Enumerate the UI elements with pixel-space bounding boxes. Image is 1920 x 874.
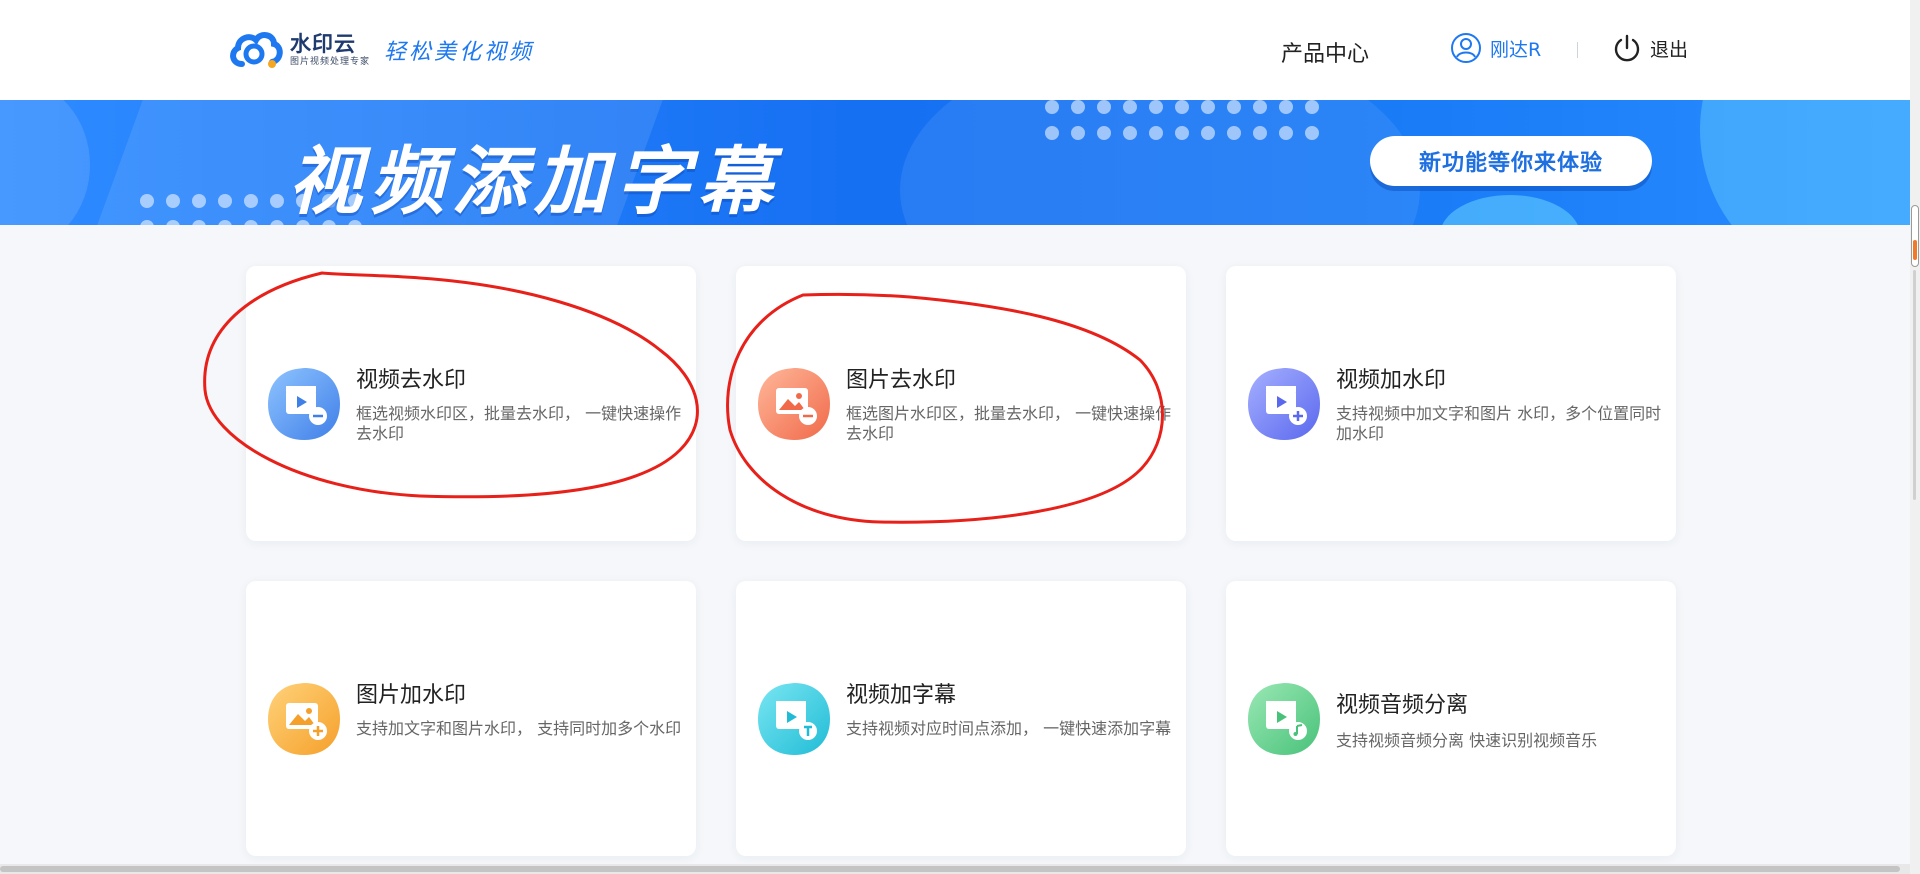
card-image-add-watermark[interactable]: 图片加水印 支持加文字和图片水印， 支持同时加多个水印 [246,581,696,856]
video-audio-icon [1248,683,1320,755]
user-name: 刚达R [1490,38,1542,61]
video-add-icon [1248,368,1320,440]
logout-label: 退出 [1650,38,1689,61]
logo-slogan: 轻松美化视频 [384,40,535,65]
card-description: 支持视频中加文字和图片 水印，多个位置同时加水印 [1336,404,1662,443]
horizontal-scroll-thumb[interactable] [0,866,1900,872]
promo-banner[interactable]: 视频添加字幕 新功能等你来体验 [0,100,1910,225]
card-description: 支持视频音频分离 快速识别视频音乐 [1336,731,1598,750]
logo[interactable]: 水印云 图片视频处理专家 轻松美化视频 [228,28,534,72]
banner-decoration [0,100,90,225]
logout-button[interactable]: 退出 [1612,33,1688,63]
logo-subtitle: 图片视频处理专家 [290,57,371,67]
video-remove-icon [268,368,340,440]
image-remove-icon [758,368,830,440]
card-title: 视频音频分离 [1336,693,1469,718]
card-description: 支持视频对应时间点添加， 一键快速添加字幕 [846,719,1172,738]
card-description: 支持加文字和图片水印， 支持同时加多个水印 [356,719,682,738]
banner-title: 视频添加字幕 [288,139,780,225]
card-title: 视频加水印 [1336,368,1447,393]
scroll-position-marker [1913,240,1917,260]
card-video-add-subtitle[interactable]: 视频加字幕 支持视频对应时间点添加， 一键快速添加字幕 [736,581,1186,856]
banner-dots [1045,100,1319,140]
card-video-remove-watermark[interactable]: 视频去水印 框选视频水印区，批量去水印， 一键快速操作去水印 [246,266,696,541]
top-header: 水印云 图片视频处理专家 轻松美化视频 产品中心 刚达R 退出 [0,0,1910,100]
logo-name: 水印云 [290,32,356,56]
cloud-logo-icon [230,32,283,68]
image-add-icon [268,683,340,755]
card-title: 视频去水印 [356,368,467,393]
video-subtitle-icon [758,683,830,755]
card-title: 视频加字幕 [846,683,957,708]
logo-text: 水印云 图片视频处理专家 [290,32,370,68]
banner-cta-button[interactable]: 新功能等你来体验 [1370,136,1652,186]
card-title: 图片去水印 [846,368,957,393]
user-account[interactable]: 刚达R [1450,32,1541,64]
power-icon [1614,34,1640,62]
banner-cta-label: 新功能等你来体验 [1418,151,1603,176]
header-divider [1577,42,1578,58]
card-description: 框选图片水印区，批量去水印， 一键快速操作去水印 [846,404,1172,443]
card-video-audio-separation[interactable]: 视频音频分离 支持视频音频分离 快速识别视频音乐 [1226,581,1676,856]
card-image-remove-watermark[interactable]: 图片去水印 框选图片水印区，批量去水印， 一键快速操作去水印 [736,266,1186,541]
card-video-add-watermark[interactable]: 视频加水印 支持视频中加文字和图片 水印，多个位置同时加水印 [1226,266,1676,541]
user-icon [1451,33,1481,63]
banner-decoration [1700,100,1910,225]
banner-decoration [1440,195,1580,225]
card-title: 图片加水印 [356,683,467,708]
card-description: 框选视频水印区，批量去水印， 一键快速操作去水印 [356,404,682,443]
vertical-scroll-track [1913,270,1916,500]
nav-product-center[interactable]: 产品中心 [1281,36,1369,68]
